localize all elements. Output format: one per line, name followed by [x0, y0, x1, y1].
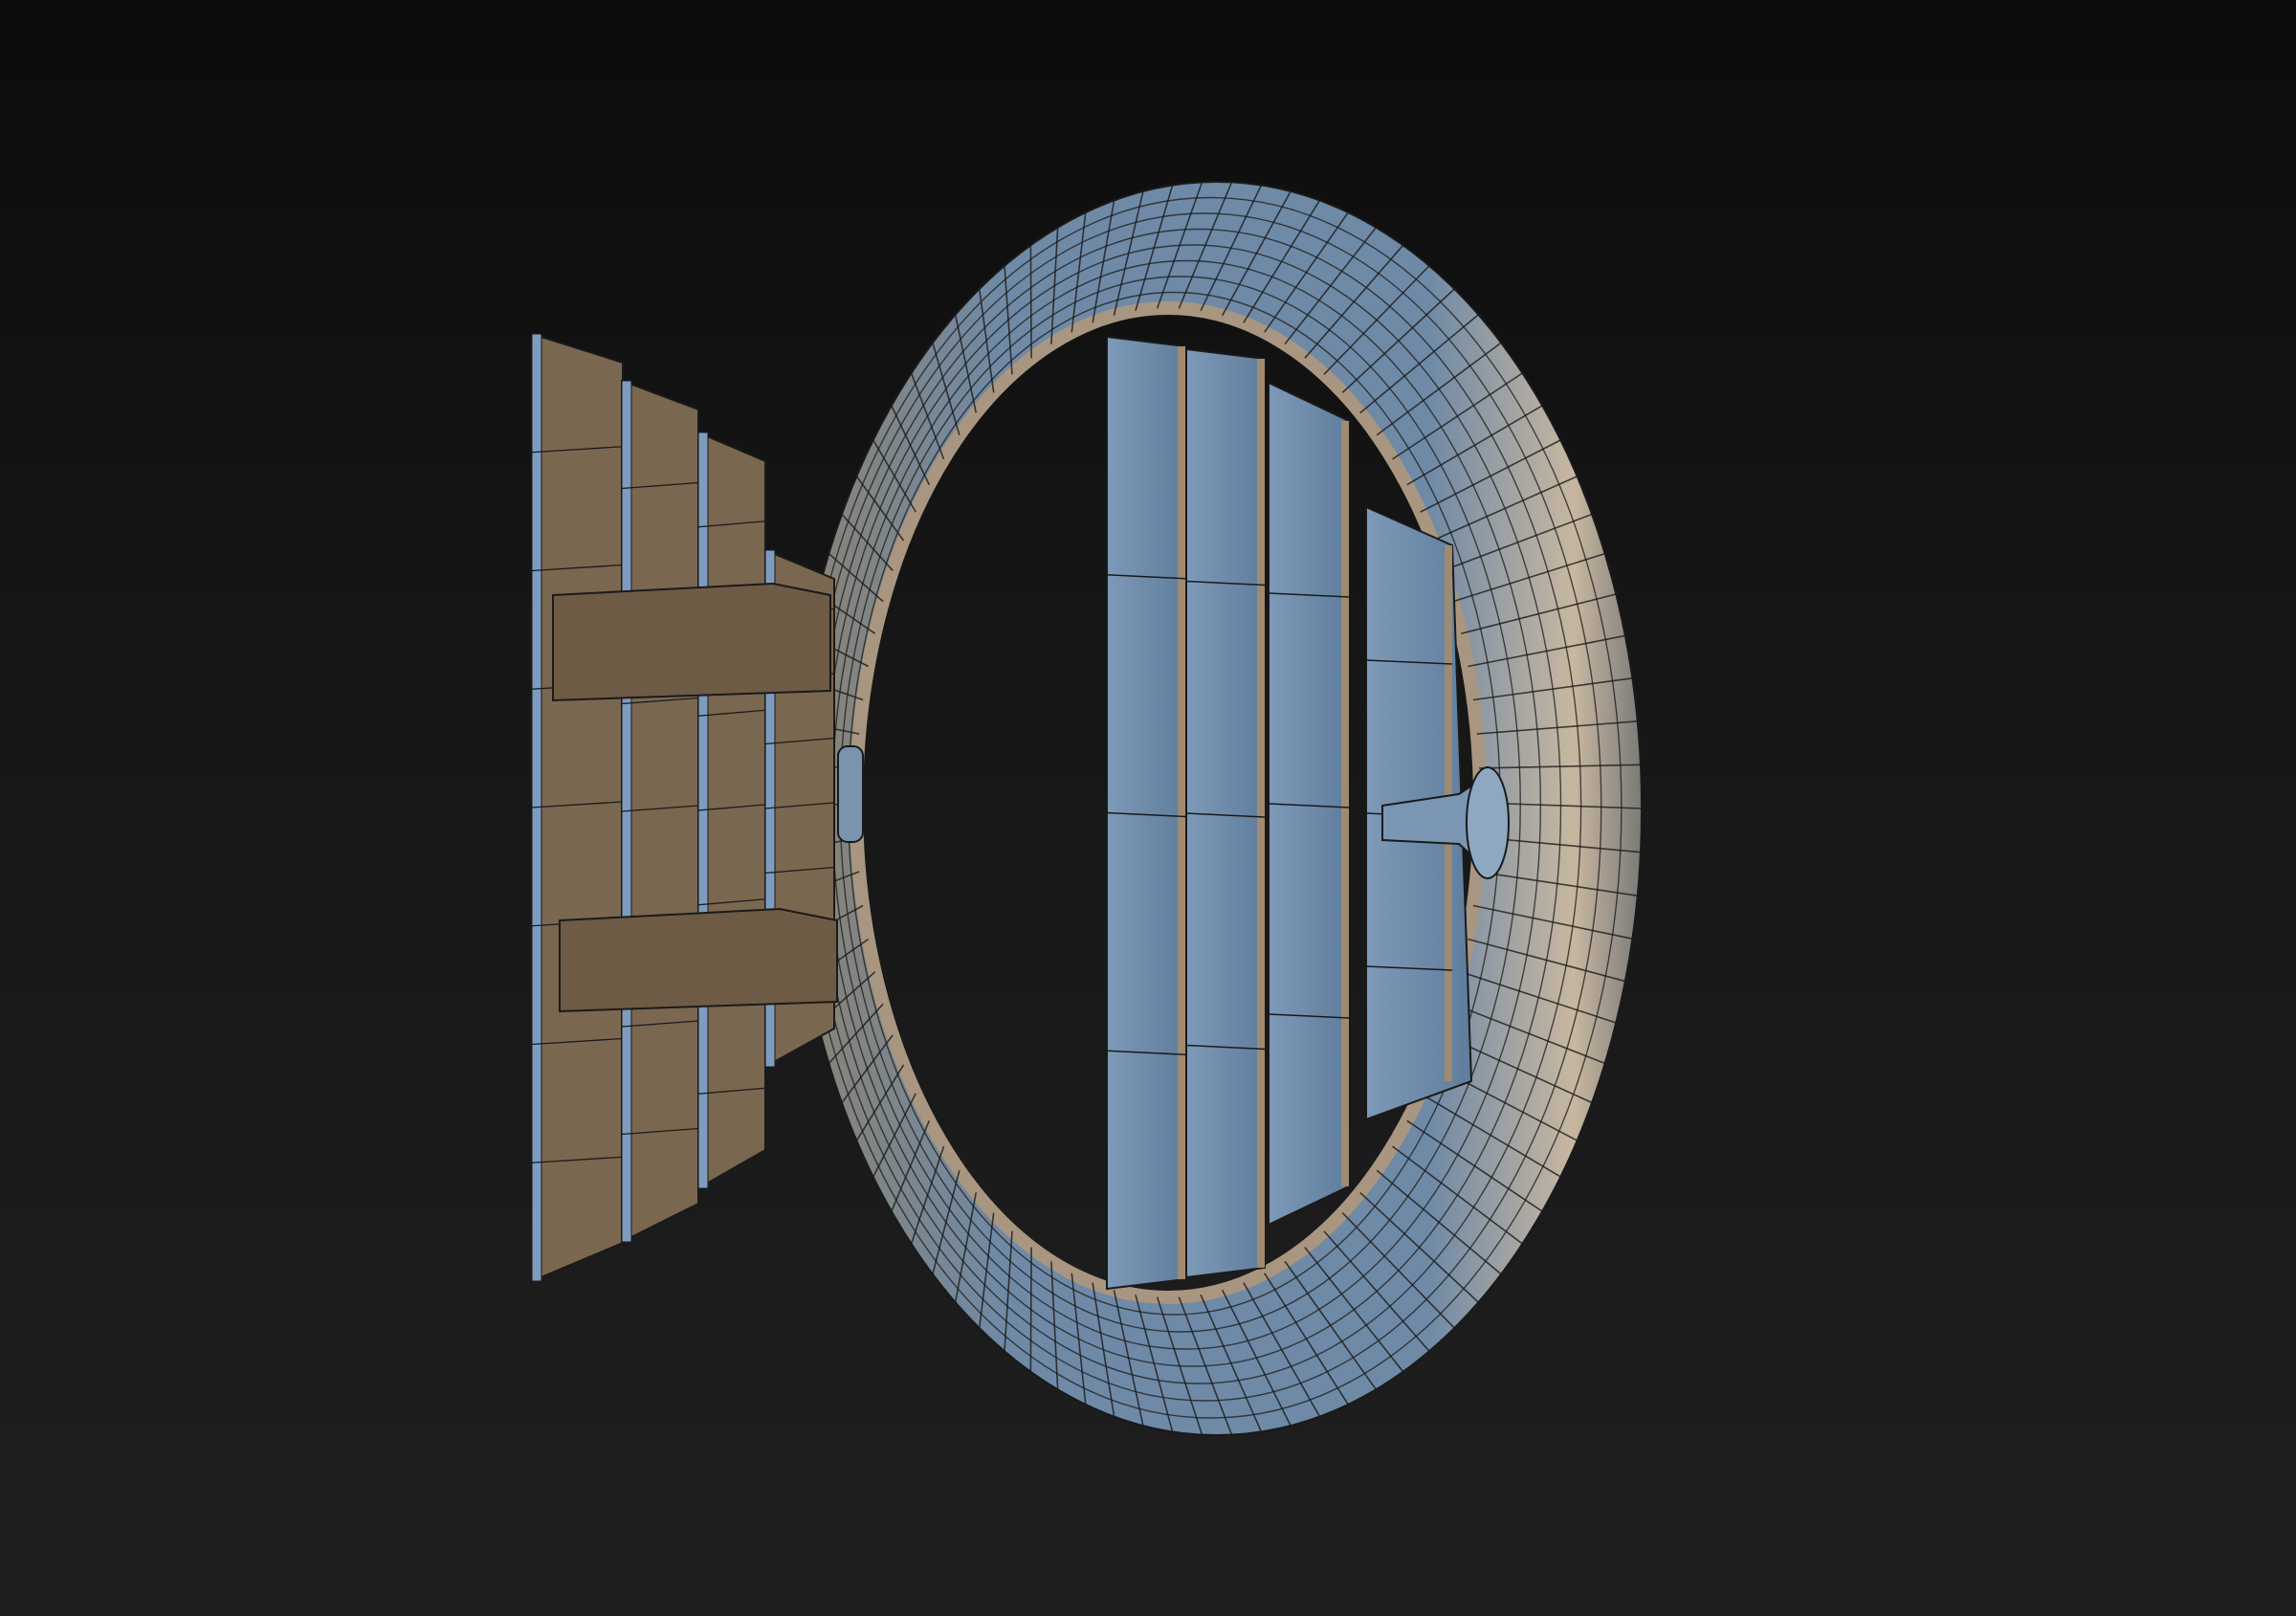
inner-panel: [1268, 381, 1350, 1227]
door-plank-face: [531, 332, 624, 1283]
door-cross-brace: [552, 582, 831, 702]
door-plank: [697, 431, 766, 1190]
inner-panel-edge: [1341, 421, 1349, 1186]
inner-panel-edge: [1178, 346, 1185, 1279]
door-hinge: [837, 745, 864, 843]
door-plank: [621, 379, 699, 1244]
handle-knob: [1466, 766, 1510, 879]
3d-viewport[interactable]: [0, 0, 2296, 1616]
door-cross-brace: [559, 907, 838, 1013]
inner-panel: [1185, 347, 1266, 1279]
door-plank: [531, 332, 624, 1283]
open-door-planks[interactable]: [531, 332, 838, 1283]
inner-panel-edge: [1257, 359, 1265, 1268]
inner-panel: [1106, 335, 1186, 1291]
door-plank-face: [621, 379, 699, 1244]
